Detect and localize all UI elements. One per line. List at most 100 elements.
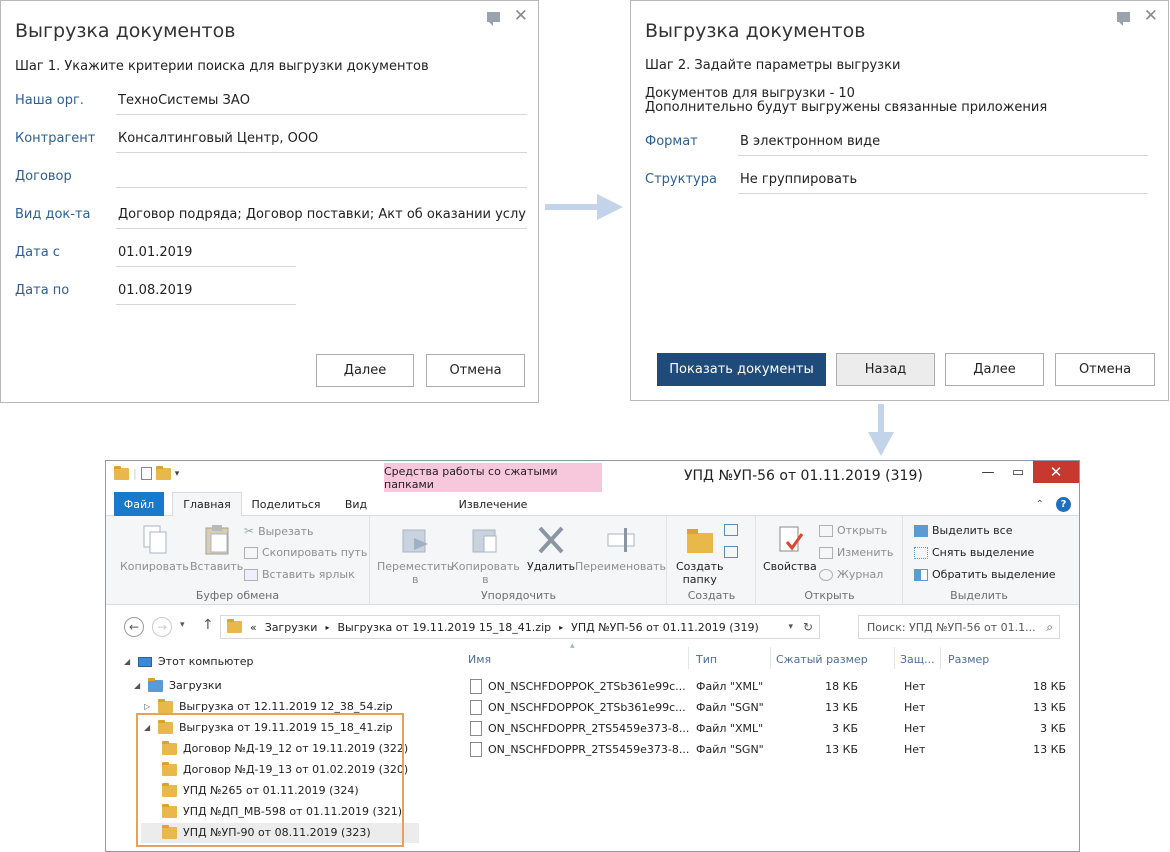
cancel-button[interactable]: Отмена xyxy=(426,354,525,387)
sort-arrow-icon: ▴ xyxy=(570,641,575,651)
maximize-button[interactable]: ▭ xyxy=(1003,461,1033,483)
copy-to-icon xyxy=(472,529,497,553)
close-icon[interactable]: ✕ xyxy=(1144,8,1158,25)
file-row[interactable]: ON_NSCHFDOPPR_2TS5459e373-8... Файл "SGN… xyxy=(466,740,1066,760)
refresh-icon[interactable]: ↻ xyxy=(803,620,813,634)
chevron-down-icon[interactable]: ▾ xyxy=(788,622,793,632)
tree-item-this-pc[interactable]: ◢ Этот компьютер xyxy=(124,655,254,668)
field-label-format[interactable]: Формат xyxy=(645,134,698,149)
field-label-counterparty[interactable]: Контрагент xyxy=(15,131,95,146)
step-text: Шаг 2. Задайте параметры выгрузки xyxy=(645,58,901,73)
copy-path-button[interactable]: Скопировать путь xyxy=(244,546,367,559)
contract-field[interactable] xyxy=(116,169,527,188)
field-label-structure[interactable]: Структура xyxy=(645,172,717,187)
column-name[interactable]: Имя xyxy=(468,653,491,666)
breadcrumb-downloads[interactable]: Загрузки xyxy=(265,621,318,634)
new-folder-icon[interactable] xyxy=(155,465,171,480)
new-item-button[interactable] xyxy=(724,524,738,536)
tab-view[interactable]: Вид xyxy=(334,492,378,516)
rename-button[interactable]: Переименовать xyxy=(575,524,666,573)
file-row[interactable]: ON_NSCHFDOPPOK_2TSb361e99c... Файл "XML"… xyxy=(466,677,1066,697)
forward-icon[interactable]: → xyxy=(152,617,172,637)
create-group: Создать папку Создать xyxy=(668,516,756,605)
format-field[interactable]: В электронном виде xyxy=(738,134,1148,156)
cancel-button[interactable]: Отмена xyxy=(1055,353,1155,386)
expand-icon[interactable]: ◢ xyxy=(134,681,142,690)
tab-home[interactable]: Главная xyxy=(172,492,242,517)
tree-item-zip-1[interactable]: ▷ Выгрузка от 12.11.2019 12_38_54.zip xyxy=(144,698,393,713)
select-none-button[interactable]: Снять выделение xyxy=(914,546,1034,559)
tab-share[interactable]: Поделиться xyxy=(246,492,326,516)
next-button[interactable]: Далее xyxy=(316,354,414,387)
history-button[interactable]: Журнал xyxy=(819,568,883,581)
column-protected[interactable]: Защ... xyxy=(900,653,935,666)
breadcrumb-current[interactable]: УПД №УП-56 от 01.11.2019 (319) xyxy=(571,621,759,634)
counterparty-field[interactable]: Консалтинговый Центр, ООО xyxy=(116,131,527,153)
search-input[interactable]: Поиск: УПД №УП-56 от 01.1... ⌕ xyxy=(858,615,1060,639)
show-documents-button[interactable]: Показать документы xyxy=(657,353,826,386)
title-bar: | ▾ Средства работы со сжатыми папками У… xyxy=(106,461,1079,492)
close-icon[interactable]: ✕ xyxy=(514,8,528,25)
copy-icon xyxy=(143,525,167,554)
group-label: Выделить xyxy=(950,589,1008,602)
move-icon xyxy=(402,529,429,553)
group-label: Открыть xyxy=(804,589,855,602)
invert-selection-button[interactable]: Обратить выделение xyxy=(914,568,1056,581)
doc-type-field[interactable]: Договор подряда; Договор поставки; Акт о… xyxy=(116,207,527,229)
up-icon[interactable]: ↑ xyxy=(202,617,214,633)
file-row[interactable]: ON_NSCHFDOPPR_2TS5459e373-8... Файл "XML… xyxy=(466,719,1066,739)
properties-button[interactable]: Свойства xyxy=(763,524,817,573)
column-type[interactable]: Тип xyxy=(696,653,717,666)
properties-icon[interactable] xyxy=(140,467,152,480)
paste-icon xyxy=(205,525,229,555)
paste-shortcut-button[interactable]: Вставить ярлык xyxy=(244,568,355,581)
tab-extract[interactable]: Извлечение xyxy=(384,492,602,516)
select-all-button[interactable]: Выделить все xyxy=(914,524,1012,537)
chevron-down-icon[interactable]: ▾ xyxy=(175,469,180,479)
delete-button[interactable]: Удалить xyxy=(527,524,575,573)
cut-button[interactable]: ✂ Вырезать xyxy=(244,524,314,538)
back-icon[interactable]: ← xyxy=(124,617,144,637)
select-all-icon xyxy=(914,524,928,537)
back-button[interactable]: Назад xyxy=(836,353,935,386)
docs-count: Документов для выгрузки - 10 xyxy=(645,86,855,101)
file-row[interactable]: ON_NSCHFDOPPOK_2TSb361e99c... Файл "SGN"… xyxy=(466,698,1066,718)
org-field[interactable]: ТехноСистемы ЗАО xyxy=(116,93,527,115)
field-label-contract[interactable]: Договор xyxy=(15,169,72,184)
collapse-icon[interactable]: ▷ xyxy=(144,702,152,711)
structure-field[interactable]: Не группировать xyxy=(738,172,1148,194)
tab-file[interactable]: Файл xyxy=(114,492,164,516)
breadcrumb-zip[interactable]: Выгрузка от 19.11.2019 15_18_41.zip xyxy=(337,621,551,634)
file-icon xyxy=(470,700,482,715)
invert-selection-icon xyxy=(914,568,928,581)
help-icon[interactable]: ? xyxy=(1056,497,1071,512)
chevron-up-icon[interactable]: ⌃ xyxy=(1036,499,1044,510)
date-from-field[interactable]: 01.01.2019 xyxy=(116,245,296,267)
chevron-down-icon[interactable]: ▾ xyxy=(180,620,185,630)
minimize-button[interactable]: — xyxy=(973,461,1003,483)
move-to-button[interactable]: Переместить в xyxy=(377,524,453,586)
next-button[interactable]: Далее xyxy=(945,353,1044,386)
copy-to-button[interactable]: Копировать в xyxy=(451,524,520,586)
edit-icon xyxy=(819,546,833,559)
downloads-folder-icon xyxy=(148,677,163,692)
new-folder-button[interactable]: Создать папку xyxy=(676,524,724,586)
address-bar[interactable]: « Загрузки ▸ Выгрузка от 19.11.2019 15_1… xyxy=(220,615,820,639)
chat-icon[interactable] xyxy=(486,12,500,26)
paste-button[interactable]: Вставить xyxy=(190,524,243,573)
column-size[interactable]: Размер xyxy=(948,653,989,666)
docs-note: Дополнительно будут выгружены связанные … xyxy=(645,100,1048,115)
select-group: Выделить все Снять выделение Обратить вы… xyxy=(904,516,1056,605)
tree-item-downloads[interactable]: ◢ Загрузки xyxy=(134,677,222,692)
edit-button[interactable]: Изменить xyxy=(819,546,893,559)
field-label-org[interactable]: Наша орг. xyxy=(15,93,84,108)
date-to-field[interactable]: 01.08.2019 xyxy=(116,283,296,305)
chat-icon[interactable] xyxy=(1116,12,1130,26)
close-button[interactable]: ✕ xyxy=(1033,461,1079,483)
copy-button[interactable]: Копировать xyxy=(120,524,189,573)
open-button[interactable]: Открыть xyxy=(819,524,887,537)
easy-access-button[interactable] xyxy=(724,546,738,558)
column-packed-size[interactable]: Сжатый размер xyxy=(776,653,868,666)
expand-icon[interactable]: ◢ xyxy=(124,657,132,666)
field-label-doc-type[interactable]: Вид док-та xyxy=(15,207,91,222)
